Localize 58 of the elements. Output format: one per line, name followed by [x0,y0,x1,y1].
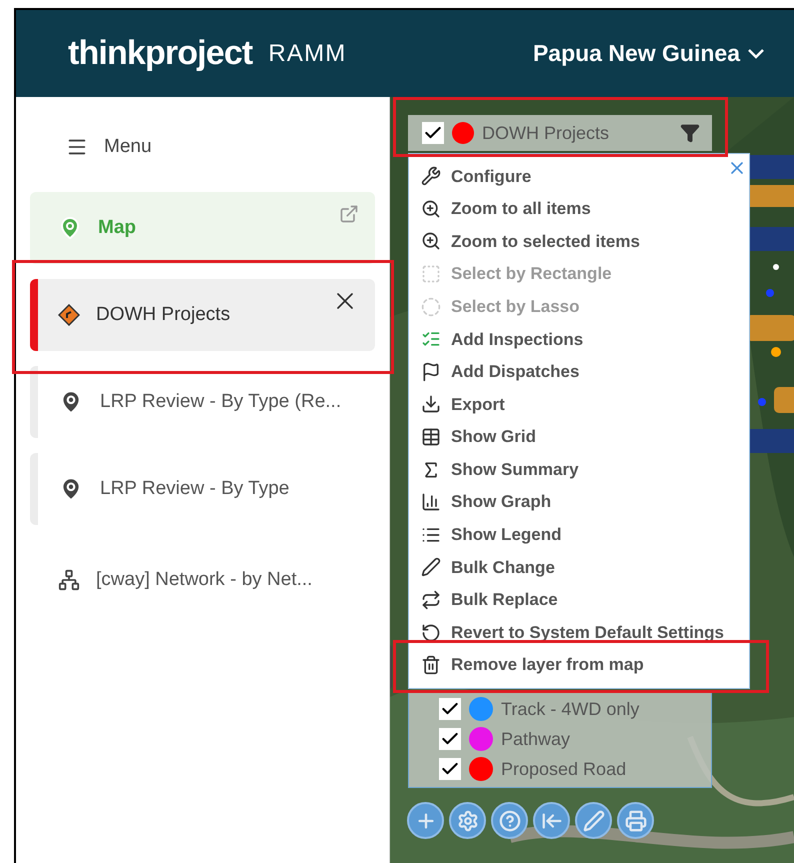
help-icon [498,810,520,832]
menu-item[interactable]: Show Legend [409,518,749,552]
legend-label: Track - 4WD only [501,698,640,721]
sidebar-item-label: LRP Review - By Type (Re... [100,390,342,414]
zoom-in-icon [421,231,441,252]
menu-button[interactable]: Menu [30,133,375,161]
legend-label: Pathway [501,728,570,751]
dashed-square-icon [421,264,441,284]
warning-sign-icon [58,304,80,326]
settings-icon [456,810,478,832]
bar-chart-icon [421,492,441,512]
pen-icon [582,810,604,832]
menu-item[interactable]: Zoom to all items [409,192,749,226]
repeat-icon [421,590,441,610]
legend-label: Proposed Road [501,758,626,781]
checkbox[interactable] [439,698,461,720]
menu-item[interactable]: Export [409,388,749,421]
dashed-circle-icon [421,296,441,317]
accent-bar [30,366,38,438]
trash-icon [421,655,441,676]
menu-item[interactable]: Bulk Change [409,551,749,584]
layer-label: DOWH Projects [482,122,610,145]
sidebar-item-label: LRP Review - By Type [100,476,290,501]
chevron-down-icon [748,48,764,58]
map-pin-icon [58,216,82,240]
layer-row[interactable]: DOWH Projects [408,115,712,151]
checkbox[interactable] [422,122,444,144]
sidebar-item-label: [cway] Network - by Net... [96,568,312,592]
menu-item[interactable]: Show Summary [409,453,749,486]
checkbox[interactable] [439,758,461,780]
network-icon [58,569,80,591]
table-icon [421,427,441,448]
menu-item[interactable]: Add Inspections [409,322,749,356]
flag-icon [421,362,441,382]
menu-item[interactable]: Revert to System Default Settings [409,616,749,649]
zoom-in-icon [421,198,441,219]
printer-icon [624,810,646,832]
region-selector[interactable]: Papua New Guinea [532,36,764,71]
menu-item[interactable]: Show Grid [409,420,749,454]
download-icon [421,394,441,414]
checkbox[interactable] [439,728,461,750]
external-link-icon[interactable] [339,204,359,224]
wrench-icon [421,166,441,186]
menu-item[interactable]: Configure [409,160,749,193]
sidebar-item-label: Map [98,216,136,240]
menu-item[interactable]: Zoom to selected items [409,225,749,258]
product-name: RAMM [268,38,346,68]
menu-item[interactable]: Add Dispatches [409,356,749,388]
accent-bar [30,279,38,351]
sidebar-item[interactable]: DOWH Projects [30,279,375,351]
sidebar-item-label: DOWH Projects [96,302,230,327]
menu-item[interactable]: Bulk Replace [409,584,749,616]
brand-logo: thinkproject [68,33,252,74]
pen-icon [421,557,441,578]
reset-icon [421,622,441,643]
filter-icon[interactable] [680,123,700,143]
menu-item[interactable]: Show Graph [409,486,749,519]
menu-item[interactable]: Remove layer from map [409,648,749,682]
